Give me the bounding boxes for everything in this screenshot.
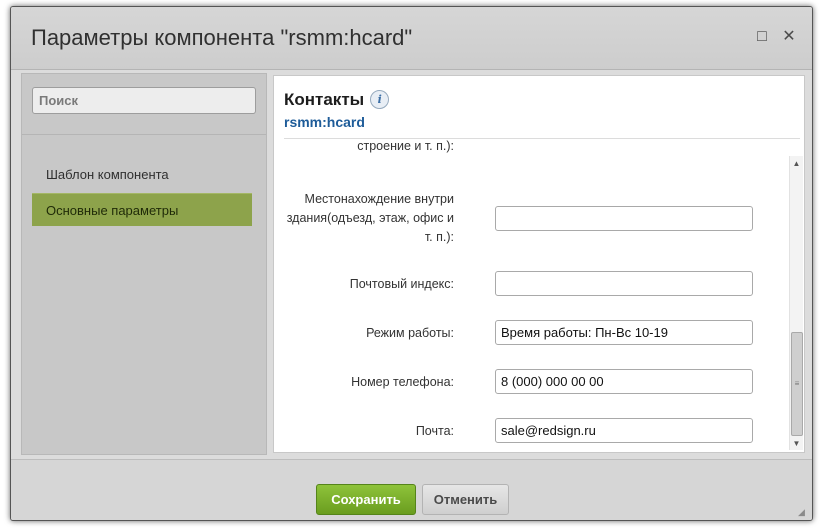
- label-work-hours: Режим работы:: [366, 326, 454, 340]
- label-building: строение и т. п.):: [357, 140, 454, 153]
- close-icon[interactable]: ✕: [779, 27, 799, 47]
- scrollbar-thumb[interactable]: ≡: [791, 332, 803, 436]
- dialog-footer: Сохранить Отменить ◢: [11, 459, 812, 520]
- section-title: Контакты: [284, 90, 365, 109]
- label-postcode: Почтовый индекс:: [349, 277, 454, 291]
- dialog-titlebar[interactable]: Параметры компонента "rsmm:hcard" □ ✕: [11, 7, 812, 70]
- label-email: Почта:: [415, 424, 454, 438]
- sidebar: Шаблон компонента Основные параметры: [21, 73, 267, 455]
- cancel-button[interactable]: Отменить: [422, 484, 509, 515]
- location-field[interactable]: [495, 206, 753, 231]
- sidebar-item-main-params[interactable]: Основные параметры: [32, 193, 252, 226]
- content-panel: Контакты i rsmm:hcard строение и т. п.): …: [273, 75, 805, 453]
- maximize-icon[interactable]: □: [752, 27, 772, 47]
- scroll-down-icon[interactable]: ▼: [790, 438, 803, 450]
- sidebar-divider: [22, 134, 266, 135]
- info-icon[interactable]: i: [370, 90, 390, 109]
- label-phone: Номер телефона:: [351, 375, 454, 389]
- section-header: Контакты i rsmm:hcard: [284, 90, 390, 130]
- resize-grip-icon[interactable]: ◢: [798, 507, 808, 517]
- email-field[interactable]: [495, 418, 753, 443]
- scrollbar[interactable]: ▲ ≡ ▼: [789, 156, 803, 450]
- postcode-field[interactable]: [495, 271, 753, 296]
- header-divider: [284, 138, 800, 139]
- dialog-title: Параметры компонента "rsmm:hcard": [31, 25, 413, 50]
- save-button[interactable]: Сохранить: [316, 484, 416, 515]
- scroll-up-icon[interactable]: ▲: [790, 158, 803, 170]
- params-form: строение и т. п.): Местонахождение внутр…: [274, 140, 788, 450]
- component-params-dialog: Параметры компонента "rsmm:hcard" □ ✕ Ша…: [10, 6, 813, 521]
- component-code: rsmm:hcard: [284, 114, 365, 130]
- phone-field[interactable]: [495, 369, 753, 394]
- label-location: Местонахождение внутри здания(одъезд, эт…: [286, 192, 454, 244]
- search-input[interactable]: [32, 87, 256, 114]
- sidebar-item-template[interactable]: Шаблон компонента: [32, 158, 252, 191]
- work-hours-field[interactable]: [495, 320, 753, 345]
